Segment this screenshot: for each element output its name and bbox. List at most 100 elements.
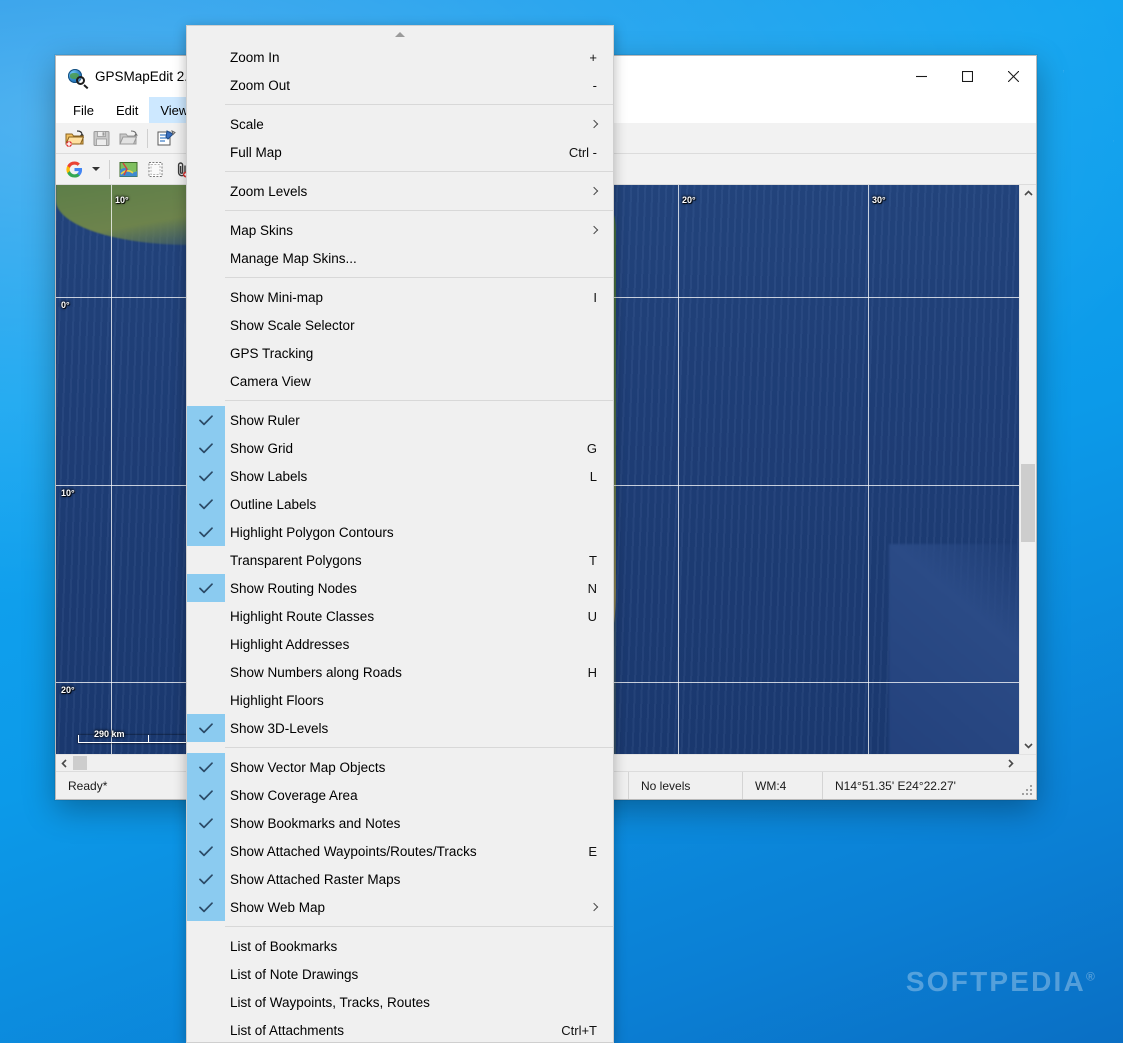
menu-item-label: Manage Map Skins...	[230, 250, 357, 266]
menu-item-outline-labels[interactable]: Outline Labels	[187, 490, 613, 518]
chevron-right-icon	[589, 186, 613, 196]
menu-item-zoom-levels[interactable]: Zoom Levels	[187, 177, 613, 205]
check-slot	[187, 988, 225, 1016]
google-g-icon[interactable]	[62, 157, 87, 182]
close-icon[interactable]	[990, 56, 1036, 97]
menu-item-scale[interactable]: Scale	[187, 110, 613, 138]
scroll-up-arrow-icon[interactable]	[187, 26, 613, 43]
menu-item-show-grid[interactable]: Show Grid G	[187, 434, 613, 462]
menu-item-label: Show Coverage Area	[230, 787, 358, 803]
menu-item-show-ruler[interactable]: Show Ruler	[187, 406, 613, 434]
menu-item-show-3d-levels[interactable]: Show 3D-Levels	[187, 714, 613, 742]
menu-group: Show Vector Map Objects Show Coverage Are…	[187, 753, 613, 921]
menu-item-show-scale-selector[interactable]: Show Scale Selector	[187, 311, 613, 339]
status-levels: No levels	[629, 772, 743, 799]
maximize-icon[interactable]	[944, 56, 990, 97]
menu-item-show-labels[interactable]: Show Labels L	[187, 462, 613, 490]
vertical-scroll-track[interactable]	[1020, 202, 1036, 737]
menu-item-full-map[interactable]: Full Map Ctrl -	[187, 138, 613, 166]
menu-separator	[225, 210, 613, 211]
menu-item-label: Show Labels	[230, 468, 308, 484]
status-wm: WM:4	[743, 772, 823, 799]
softpedia-watermark: SOFTPEDIA®	[906, 966, 1097, 998]
menu-item-label: Scale	[230, 116, 264, 132]
menu-item-show-routing-nodes[interactable]: Show Routing Nodes N	[187, 574, 613, 602]
menu-item-label: Transparent Polygons	[230, 552, 362, 568]
menu-item-camera-view[interactable]: Camera View	[187, 367, 613, 395]
scroll-down-icon[interactable]	[1020, 737, 1037, 754]
menu-item-list-of-note-drawings[interactable]: List of Note Drawings	[187, 960, 613, 988]
check-slot	[187, 960, 225, 988]
grid-label: 30°	[872, 195, 886, 205]
menu-item-label: List of Attachments	[230, 1022, 345, 1038]
menu-item-label: Show Grid	[230, 440, 294, 456]
menu-item-highlight-route-classes[interactable]: Highlight Route Classes U	[187, 602, 613, 630]
scroll-up-icon[interactable]	[1020, 185, 1037, 202]
menu-item-zoom-out[interactable]: Zoom Out -	[187, 71, 613, 99]
menu-item-show-vector-map-objects[interactable]: Show Vector Map Objects	[187, 753, 613, 781]
menu-item-label: Camera View	[230, 373, 311, 389]
check-icon	[187, 574, 225, 602]
scroll-left-icon[interactable]	[56, 755, 73, 772]
vertical-scroll-thumb[interactable]	[1021, 464, 1035, 542]
menu-item-label: Highlight Addresses	[230, 636, 350, 652]
menu-item-list-of-bookmarks[interactable]: List of Bookmarks	[187, 932, 613, 960]
menu-groups: Zoom In + Zoom Out - Scale Full Map Ctrl - Zoom…	[187, 43, 613, 1042]
menu-item-highlight-polygon-contours[interactable]: Highlight Polygon Contours	[187, 518, 613, 546]
menu-item-accelerator: H	[587, 664, 597, 680]
menu-item-label: GPS Tracking	[230, 345, 314, 361]
menubar-item-file[interactable]: File	[62, 97, 105, 123]
horizontal-scroll-thumb[interactable]	[73, 756, 87, 770]
menu-item-show-bookmarks-and-notes[interactable]: Show Bookmarks and Notes	[187, 809, 613, 837]
save-disk-icon[interactable]	[89, 126, 114, 151]
menu-item-label: Show Vector Map Objects	[230, 759, 386, 775]
save-as-icon[interactable]	[116, 126, 141, 151]
check-icon	[187, 865, 225, 893]
menu-item-accelerator: -	[592, 77, 597, 93]
menu-item-highlight-floors[interactable]: Highlight Floors	[187, 686, 613, 714]
new-sheet-icon[interactable]	[143, 157, 168, 182]
check-slot	[187, 630, 225, 658]
menu-item-transparent-polygons[interactable]: Transparent Polygons T	[187, 546, 613, 574]
menu-item-accelerator: +	[589, 49, 597, 65]
menu-item-label: List of Note Drawings	[230, 966, 359, 982]
menu-item-show-coverage-area[interactable]: Show Coverage Area	[187, 781, 613, 809]
menu-item-label: Full Map	[230, 144, 282, 160]
menubar-item-edit[interactable]: Edit	[105, 97, 149, 123]
open-folder-icon[interactable]	[62, 126, 87, 151]
check-slot	[187, 138, 225, 166]
menu-item-label: Show Ruler	[230, 412, 300, 428]
resize-grip[interactable]	[1021, 784, 1033, 796]
check-icon	[187, 462, 225, 490]
check-icon	[187, 518, 225, 546]
menu-item-show-web-map[interactable]: Show Web Map	[187, 893, 613, 921]
menu-item-list-of-waypoints-tracks-routes[interactable]: List of Waypoints, Tracks, Routes	[187, 988, 613, 1016]
menu-item-zoom-in[interactable]: Zoom In +	[187, 43, 613, 71]
check-slot	[187, 602, 225, 630]
menu-item-show-attached-waypoints-routes-tracks[interactable]: Show Attached Waypoints/Routes/Tracks E	[187, 837, 613, 865]
menu-item-show-attached-raster-maps[interactable]: Show Attached Raster Maps	[187, 865, 613, 893]
check-slot	[187, 177, 225, 205]
menu-item-map-skins[interactable]: Map Skins	[187, 216, 613, 244]
menu-item-highlight-addresses[interactable]: Highlight Addresses	[187, 630, 613, 658]
menu-item-gps-tracking[interactable]: GPS Tracking	[187, 339, 613, 367]
google-dropdown-arrow-icon[interactable]	[89, 157, 103, 182]
menu-item-label: Show Routing Nodes	[230, 580, 357, 596]
check-slot	[187, 244, 225, 272]
menu-group: List of Bookmarks List of Note Drawings Li…	[187, 932, 613, 1042]
vector-map-icon[interactable]	[116, 157, 141, 182]
menu-item-label: Show Web Map	[230, 899, 326, 915]
menu-item-manage-map-skins[interactable]: Manage Map Skins...	[187, 244, 613, 272]
menu-item-label: Highlight Polygon Contours	[230, 524, 394, 540]
scroll-right-icon[interactable]	[1002, 755, 1019, 772]
menu-group: Zoom In + Zoom Out -	[187, 43, 613, 99]
minimize-icon[interactable]	[898, 56, 944, 97]
menu-item-show-numbers-along-roads[interactable]: Show Numbers along Roads H	[187, 658, 613, 686]
map-vertical-scrollbar[interactable]	[1019, 185, 1036, 754]
menu-item-show-mini-map[interactable]: Show Mini-map I	[187, 283, 613, 311]
map-properties-icon[interactable]	[154, 126, 179, 151]
check-slot	[187, 339, 225, 367]
watermark-text: SOFTPEDIA	[905, 966, 1086, 997]
menu-item-list-of-attachments[interactable]: List of Attachments Ctrl+T	[187, 1016, 613, 1042]
grid-line-vertical	[678, 185, 679, 754]
